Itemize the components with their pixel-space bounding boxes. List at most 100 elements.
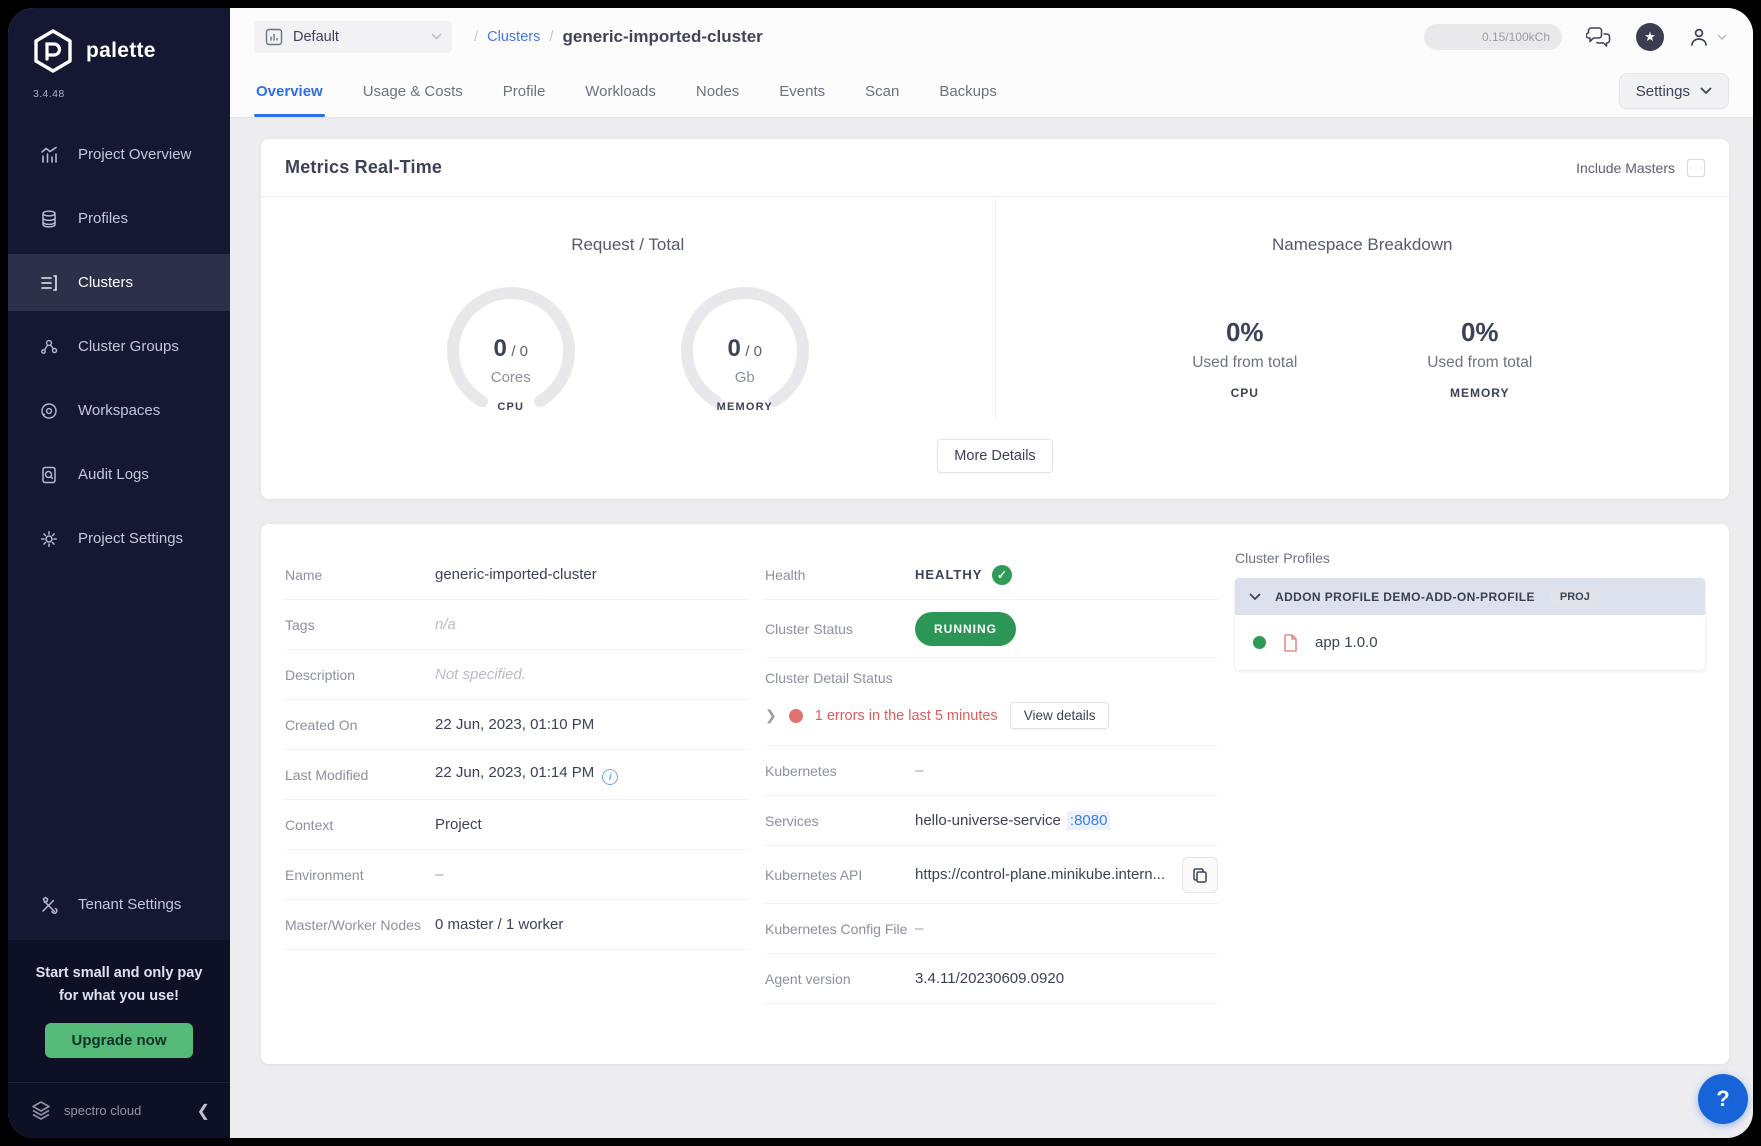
document-search-icon — [38, 464, 60, 486]
app-window: palette 3.4.48 Project Overview Profiles — [8, 8, 1753, 1138]
memory-percent: 0% — [1412, 317, 1547, 348]
tools-icon — [38, 894, 60, 916]
project-selector[interactable]: Default — [254, 21, 452, 53]
include-masters-checkbox[interactable] — [1687, 159, 1705, 177]
sidebar-item-label: Profiles — [78, 210, 128, 227]
cluster-profile-header[interactable]: ADDON PROFILE DEMO-ADD-ON-PROFILE PROJ — [1235, 578, 1705, 615]
sidebar-item-workspaces[interactable]: Workspaces — [8, 382, 230, 439]
detail-status-label: Cluster Detail Status — [765, 670, 1218, 686]
cluster-profiles-title: Cluster Profiles — [1235, 550, 1705, 566]
manifest-file-icon — [1282, 633, 1299, 653]
sidebar-item-label: Audit Logs — [78, 466, 149, 483]
tab-workloads[interactable]: Workloads — [583, 65, 658, 117]
detail-value: 22 Jun, 2023, 01:10 PM — [435, 716, 594, 733]
sidebar-item-tenant-settings[interactable]: Tenant Settings — [8, 876, 230, 933]
user-icon — [1688, 26, 1710, 48]
gauge-used: 0 — [494, 335, 507, 362]
detail-label: Kubernetes API — [765, 867, 915, 883]
sidebar-item-profiles[interactable]: Profiles — [8, 190, 230, 247]
chevron-down-icon — [1717, 34, 1727, 40]
tab-events[interactable]: Events — [777, 65, 827, 117]
project-selector-value: Default — [293, 29, 422, 45]
breadcrumb-separator: / — [549, 28, 553, 45]
request-total-section: Request / Total 0 / 0 Cores — [261, 197, 996, 421]
detail-value: 22 Jun, 2023, 01:14 PMi — [435, 764, 618, 786]
detail-row-context: Context Project — [285, 800, 748, 850]
info-icon[interactable]: i — [602, 769, 618, 785]
tab-nodes[interactable]: Nodes — [694, 65, 741, 117]
cpu-percent: 0% — [1177, 317, 1312, 348]
view-details-button[interactable]: View details — [1010, 702, 1110, 729]
detail-label: Kubernetes — [765, 763, 915, 779]
gauge-total: 0 — [520, 343, 528, 360]
cpu-caption: CPU — [1177, 386, 1312, 400]
service-port-link[interactable]: :8080 — [1067, 811, 1111, 830]
gauge-caption: MEMORY — [670, 401, 820, 413]
metrics-title: Metrics Real-Time — [285, 157, 442, 178]
tab-scan[interactable]: Scan — [863, 65, 901, 117]
detail-label: Kubernetes Config File — [765, 921, 915, 937]
more-details-button[interactable]: More Details — [937, 439, 1052, 473]
breadcrumb: / Clusters / generic-imported-cluster — [474, 27, 763, 47]
pack-name: app 1.0.0 — [1315, 634, 1378, 651]
error-text: 1 errors in the last 5 minutes — [815, 708, 998, 724]
collapse-sidebar-icon[interactable]: ❮ — [197, 1101, 210, 1121]
user-menu[interactable] — [1688, 26, 1727, 48]
detail-status-error-row: ❯ 1 errors in the last 5 minutes View de… — [765, 702, 1218, 729]
tab-profile[interactable]: Profile — [501, 65, 548, 117]
palette-hexagon-icon — [30, 28, 76, 74]
copy-button[interactable] — [1182, 857, 1218, 893]
tab-backups[interactable]: Backups — [937, 65, 999, 117]
footer-brand-label: spectro cloud — [64, 1103, 141, 1118]
detail-row-agent-version: Agent version 3.4.11/20230609.0920 — [765, 954, 1218, 1004]
breadcrumb-separator: / — [474, 28, 478, 45]
main-area: Default / Clusters / generic-imported-cl… — [230, 8, 1753, 1138]
detail-value: – — [435, 866, 443, 883]
detail-value: n/a — [435, 616, 456, 633]
settings-button[interactable]: Settings — [1619, 73, 1729, 109]
detail-label: Name — [285, 567, 435, 583]
profile-pack-row[interactable]: app 1.0.0 — [1235, 615, 1705, 670]
star-icon: ★ — [1636, 23, 1664, 51]
chat-bubbles-icon — [1586, 26, 1612, 48]
detail-value: hello-universe-service:8080 — [915, 812, 1110, 829]
running-status-badge: RUNNING — [915, 612, 1016, 646]
gauge-unit: Cores — [436, 369, 586, 386]
namespace-stats: 0% Used from total CPU 0% Used from tota… — [996, 317, 1730, 400]
upgrade-now-button[interactable]: Upgrade now — [45, 1023, 192, 1058]
sidebar-item-clusters[interactable]: Clusters — [8, 254, 230, 311]
sidebar-item-project-settings[interactable]: Project Settings — [8, 510, 230, 567]
chat-button[interactable] — [1586, 26, 1612, 48]
detail-row-tags: Tags n/a — [285, 600, 748, 650]
detail-value: 3.4.11/20230609.0920 — [915, 970, 1064, 987]
detail-value: Not specified. — [435, 666, 526, 683]
topbar-right: 0.15/100kCh ★ — [1424, 23, 1727, 51]
sidebar: palette 3.4.48 Project Overview Profiles — [8, 8, 230, 1138]
sidebar-item-project-overview[interactable]: Project Overview — [8, 126, 230, 183]
tab-overview[interactable]: Overview — [254, 65, 325, 117]
namespace-cpu-stat: 0% Used from total CPU — [1177, 317, 1312, 400]
chevron-down-icon — [431, 33, 442, 40]
gauge-separator: / — [745, 343, 753, 360]
copy-icon — [1192, 867, 1208, 883]
detail-row-services: Services hello-universe-service:8080 — [765, 796, 1218, 846]
check-circle-icon: ✓ — [992, 565, 1012, 585]
detail-row-config-file: Kubernetes Config File – — [765, 904, 1218, 954]
brand-logo[interactable]: palette — [8, 8, 230, 74]
tab-usage-costs[interactable]: Usage & Costs — [361, 65, 465, 117]
detail-row-cluster-status: Cluster Status RUNNING — [765, 600, 1218, 658]
detail-label: Agent version — [765, 971, 915, 987]
expand-chevron-icon[interactable]: ❯ — [765, 707, 777, 724]
detail-label: Services — [765, 813, 915, 829]
gauge-used: 0 — [728, 335, 741, 362]
database-icon — [38, 208, 60, 230]
sidebar-item-cluster-groups[interactable]: Cluster Groups — [8, 318, 230, 375]
whats-new-button[interactable]: ★ — [1636, 23, 1664, 51]
sidebar-item-audit-logs[interactable]: Audit Logs — [8, 446, 230, 503]
cluster-details-card: Name generic-imported-cluster Tags n/a D… — [261, 524, 1729, 1064]
sidebar-item-label: Project Settings — [78, 530, 183, 547]
cpu-percent-label: Used from total — [1177, 354, 1312, 372]
detail-label: Last Modified — [285, 767, 435, 783]
breadcrumb-clusters-link[interactable]: Clusters — [487, 29, 540, 45]
help-button[interactable]: ? — [1698, 1074, 1748, 1124]
